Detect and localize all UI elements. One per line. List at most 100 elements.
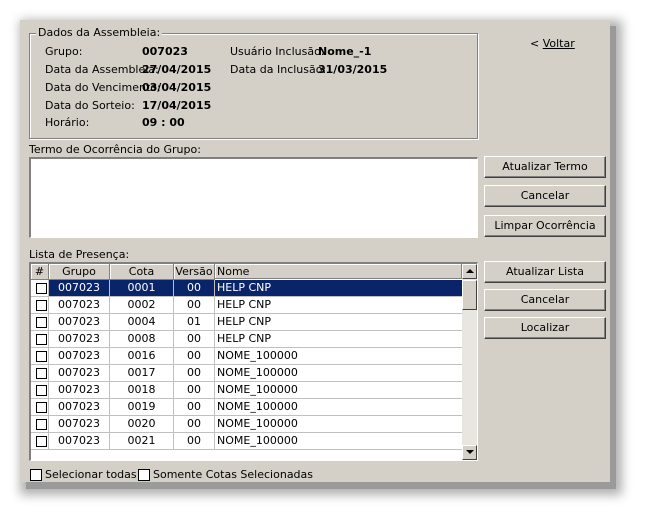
cell-cota: 0002 (110, 297, 174, 314)
table-row[interactable]: 007023 0002 00 HELP CNP (31, 297, 463, 314)
cell-versao: 00 (174, 280, 215, 297)
cell-grupo: 007023 (49, 331, 110, 348)
cell-select (31, 314, 49, 331)
cell-select (31, 297, 49, 314)
selecionar-todas-label[interactable]: Selecionar todas (45, 468, 137, 481)
cell-versao: 00 (174, 399, 215, 416)
cell-cota: 0019 (110, 399, 174, 416)
back-chevron-icon: < (530, 37, 543, 50)
col-header-grupo[interactable]: Grupo (49, 264, 110, 280)
cell-select (31, 331, 49, 348)
cell-select (31, 280, 49, 297)
cell-nome: NOME_100000 (215, 348, 463, 365)
cell-nome: HELP CNP (215, 314, 463, 331)
table-row[interactable]: 007023 0019 00 NOME_100000 (31, 399, 463, 416)
cancelar-termo-button[interactable]: Cancelar (484, 185, 606, 207)
cell-grupo: 007023 (49, 382, 110, 399)
scroll-down-button[interactable] (462, 445, 477, 460)
row-checkbox[interactable] (36, 317, 47, 328)
cell-cota: 0008 (110, 331, 174, 348)
table-row[interactable]: 007023 0008 00 HELP CNP (31, 331, 463, 348)
row-checkbox[interactable] (36, 283, 47, 294)
row-checkbox[interactable] (36, 351, 47, 362)
cell-select (31, 382, 49, 399)
data-sorteio-value: 17/04/2015 (142, 99, 212, 112)
cell-nome: HELP CNP (215, 280, 463, 297)
assembly-data-title: Dados da Assembleia: (36, 26, 163, 39)
assembly-window: Dados da Assembleia: Grupo: 007023 Data … (20, 20, 610, 482)
cell-cota: 0016 (110, 348, 174, 365)
table-row[interactable]: 007023 0021 00 NOME_100000 (31, 433, 463, 450)
horario-label: Horário: (45, 116, 90, 129)
limpar-ocorrencia-button[interactable]: Limpar Ocorrência (484, 215, 606, 237)
row-checkbox[interactable] (36, 368, 47, 379)
grupo-label: Grupo: (45, 45, 83, 58)
cell-cota: 0017 (110, 365, 174, 382)
cell-nome: NOME_100000 (215, 433, 463, 450)
data-vencimento-value: 03/04/2015 (142, 81, 212, 94)
voltar-label: Voltar (542, 37, 575, 50)
grid-scrollbar[interactable] (462, 264, 477, 460)
cell-select (31, 365, 49, 382)
lista-label: Lista de Presença: (29, 248, 130, 261)
cell-cota: 0004 (110, 314, 174, 331)
usuario-inclusao-label: Usuário Inclusão: (230, 45, 325, 58)
col-header-index[interactable]: # (31, 264, 49, 280)
cancelar-lista-button[interactable]: Cancelar (484, 289, 606, 311)
table-row[interactable]: 007023 0004 01 HELP CNP (31, 314, 463, 331)
row-checkbox[interactable] (36, 334, 47, 345)
cell-grupo: 007023 (49, 297, 110, 314)
voltar-link[interactable]: < Voltar (530, 37, 575, 50)
col-header-versao[interactable]: Versão (174, 264, 215, 280)
cell-cota: 0018 (110, 382, 174, 399)
cell-cota: 0001 (110, 280, 174, 297)
row-checkbox[interactable] (36, 300, 47, 311)
table-row[interactable]: 007023 0017 00 NOME_100000 (31, 365, 463, 382)
presence-grid[interactable]: # Grupo Cota Versão Nome 007023 0001 00 HEL… (29, 262, 478, 461)
selecionar-todas-checkbox[interactable] (30, 469, 42, 481)
somente-selecionadas-checkbox[interactable] (138, 469, 150, 481)
row-checkbox[interactable] (36, 385, 47, 396)
cell-select (31, 348, 49, 365)
atualizar-termo-button[interactable]: Atualizar Termo (484, 156, 606, 178)
somente-selecionadas-label[interactable]: Somente Cotas Selecionadas (153, 468, 313, 481)
table-row[interactable]: 007023 0020 00 NOME_100000 (31, 416, 463, 433)
col-header-cota[interactable]: Cota (110, 264, 174, 280)
row-checkbox[interactable] (36, 419, 47, 430)
arrow-up-icon (466, 269, 474, 273)
data-sorteio-label: Data do Sorteio: (45, 99, 135, 112)
cell-cota: 0021 (110, 433, 174, 450)
data-inclusao-label: Data da Inclusão: (230, 63, 327, 76)
cell-grupo: 007023 (49, 314, 110, 331)
scroll-up-button[interactable] (462, 264, 477, 279)
table-row[interactable]: 007023 0001 00 HELP CNP (31, 280, 463, 297)
table-row[interactable]: 007023 0018 00 NOME_100000 (31, 382, 463, 399)
cell-cota: 0020 (110, 416, 174, 433)
cell-select (31, 416, 49, 433)
cell-versao: 00 (174, 348, 215, 365)
scroll-thumb[interactable] (462, 280, 477, 310)
row-checkbox[interactable] (36, 402, 47, 413)
cell-grupo: 007023 (49, 280, 110, 297)
cell-versao: 00 (174, 416, 215, 433)
col-header-nome[interactable]: Nome (215, 264, 462, 279)
row-checkbox[interactable] (36, 436, 47, 447)
atualizar-lista-button[interactable]: Atualizar Lista (484, 261, 606, 283)
cell-grupo: 007023 (49, 399, 110, 416)
grid-header: # Grupo Cota Versão Nome (31, 264, 462, 280)
cell-grupo: 007023 (49, 433, 110, 450)
termo-textarea[interactable] (29, 157, 478, 238)
assembly-data-groupbox: Dados da Assembleia: Grupo: 007023 Data … (29, 26, 478, 139)
data-assembleia-value: 27/04/2015 (142, 63, 212, 76)
cell-grupo: 007023 (49, 348, 110, 365)
cell-versao: 00 (174, 331, 215, 348)
cell-select (31, 433, 49, 450)
cell-nome: HELP CNP (215, 297, 463, 314)
cell-versao: 00 (174, 297, 215, 314)
cell-nome: NOME_100000 (215, 365, 463, 382)
cell-nome: NOME_100000 (215, 399, 463, 416)
data-inclusao-value: 31/03/2015 (318, 63, 388, 76)
cell-versao: 00 (174, 433, 215, 450)
localizar-button[interactable]: Localizar (484, 317, 606, 339)
table-row[interactable]: 007023 0016 00 NOME_100000 (31, 348, 463, 365)
